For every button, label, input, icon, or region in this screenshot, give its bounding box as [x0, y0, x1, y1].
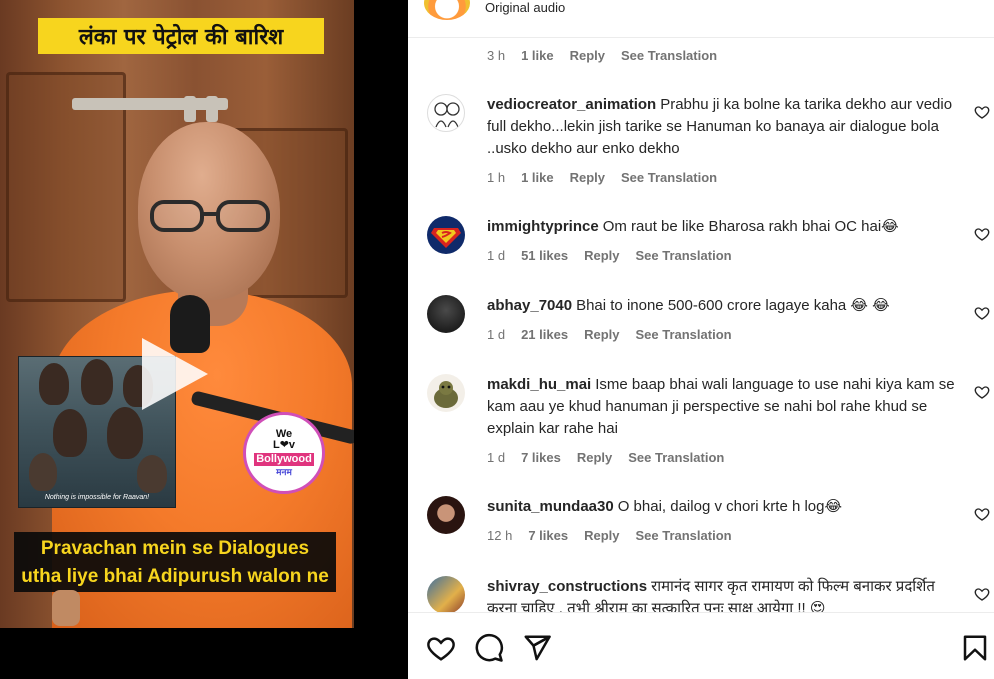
- reply-button[interactable]: Reply: [584, 248, 619, 263]
- reel-video[interactable]: लंका पर पेट्रोल की बारिश Nothing is impo…: [0, 0, 354, 628]
- see-translation-button[interactable]: See Translation: [621, 170, 717, 185]
- comment-body: vediocreator_animation Prabhu ji ka bolne…: [487, 94, 957, 160]
- comments-panel: Original audio 3 h 1 like Reply See Tran…: [408, 0, 994, 679]
- heart-icon[interactable]: [426, 633, 456, 663]
- reply-button[interactable]: Reply: [570, 48, 605, 63]
- subtitle-line: Pravachan mein se Dialogues: [40, 538, 310, 559]
- avatar[interactable]: [427, 94, 465, 132]
- see-translation-button[interactable]: See Translation: [621, 48, 717, 63]
- heart-icon[interactable]: [974, 305, 990, 321]
- see-translation-button[interactable]: See Translation: [635, 248, 731, 263]
- comment-meta: 3 h 1 like Reply See Translation: [487, 48, 717, 63]
- cartoon-avatar-graphic: [434, 381, 458, 408]
- comment-time: 1 d: [487, 327, 506, 342]
- logo-text: L❤v: [272, 439, 296, 451]
- comments-list[interactable]: 3 h 1 like Reply See Translation vediocr…: [408, 38, 994, 612]
- comment-username[interactable]: shivray_constructions: [487, 578, 647, 595]
- door-latch: [184, 96, 196, 122]
- door-latch: [72, 98, 228, 110]
- comment-meta: 12 h 7 likes Reply See Translation: [487, 528, 732, 543]
- poster-figure: [137, 455, 167, 493]
- comment-likes[interactable]: 7 likes: [528, 528, 568, 543]
- avatar[interactable]: [427, 295, 465, 333]
- play-icon[interactable]: [138, 334, 210, 414]
- comment-body: sunita_mundaa30 O bhai, dailog v chori kr…: [487, 496, 957, 518]
- poster-figure: [39, 363, 69, 405]
- comment-meta: 1 h 1 like Reply See Translation: [487, 170, 717, 185]
- avatar[interactable]: [427, 496, 465, 534]
- poster-figure: [81, 359, 113, 405]
- comment-body: shivray_constructions रामानंद सागर कृत रा…: [487, 576, 957, 612]
- heart-icon[interactable]: [974, 586, 990, 602]
- comment-username[interactable]: vediocreator_animation: [487, 96, 656, 113]
- sketch-avatar-graphic: [434, 102, 460, 128]
- comment-likes[interactable]: 1 like: [521, 170, 554, 185]
- video-subtitle: Pravachan mein se Dialogues utha liye bh…: [14, 532, 336, 592]
- comment-likes[interactable]: 21 likes: [521, 327, 568, 342]
- comment-text: Bhai to inone 500-600 crore lagaye kaha …: [576, 297, 890, 314]
- comment-body: immightyprince Om raut be like Bharosa ra…: [487, 216, 957, 238]
- comment-time: 12 h: [487, 528, 513, 543]
- comment-meta: 1 d 7 likes Reply See Translation: [487, 450, 724, 465]
- author-avatar[interactable]: [424, 0, 470, 20]
- video-title-overlay: लंका पर पेट्रोल की बारिश: [38, 18, 324, 54]
- comment-meta: 1 d 21 likes Reply See Translation: [487, 327, 732, 342]
- reply-button[interactable]: Reply: [584, 327, 619, 342]
- superman-avatar-graphic: [431, 228, 461, 248]
- reply-button[interactable]: Reply: [584, 528, 619, 543]
- comment-likes[interactable]: 7 likes: [521, 450, 561, 465]
- audio-label[interactable]: Original audio: [485, 0, 565, 15]
- post-header: Original audio: [408, 0, 994, 38]
- comment-body: makdi_hu_mai Isme baap bhai wali language…: [487, 374, 957, 440]
- door-latch: [206, 96, 218, 122]
- reply-button[interactable]: Reply: [577, 450, 612, 465]
- poster-figure: [53, 409, 87, 457]
- heart-icon[interactable]: [974, 226, 990, 242]
- comment-icon[interactable]: [474, 633, 504, 663]
- heart-icon[interactable]: [974, 506, 990, 522]
- logo-text: Bollywood: [254, 453, 314, 466]
- logo-text: मनम: [276, 467, 292, 477]
- see-translation-button[interactable]: See Translation: [635, 327, 731, 342]
- comment-likes[interactable]: 1 like: [521, 48, 554, 63]
- comment-username[interactable]: makdi_hu_mai: [487, 376, 591, 393]
- bookmark-icon[interactable]: [960, 633, 990, 663]
- reply-button[interactable]: Reply: [570, 170, 605, 185]
- comment-body: abhay_7040 Bhai to inone 500-600 crore la…: [487, 295, 957, 317]
- comment-username[interactable]: immightyprince: [487, 218, 599, 235]
- comment-time: 1 d: [487, 450, 506, 465]
- comment-time: 3 h: [487, 48, 506, 63]
- poster-figure: [29, 453, 57, 491]
- avatar[interactable]: [427, 216, 465, 254]
- comment-meta: 1 d 51 likes Reply See Translation: [487, 248, 732, 263]
- comment-text: Om raut be like Bharosa rakh bhai OC hai…: [602, 218, 899, 235]
- see-translation-button[interactable]: See Translation: [628, 450, 724, 465]
- subtitle-line: utha liye bhai Adipurush walon ne: [21, 566, 329, 587]
- poster-figure: [107, 407, 143, 459]
- glasses-graphic: [150, 200, 270, 232]
- comment-text: O bhai, dailog v chori krte h log😂: [617, 498, 843, 515]
- speaker-hand: [52, 590, 80, 626]
- heart-icon[interactable]: [974, 384, 990, 400]
- poster-caption: Nothing is impossible for Raavan!: [44, 494, 150, 501]
- avatar[interactable]: [427, 374, 465, 412]
- comment-time: 1 h: [487, 170, 506, 185]
- heart-icon[interactable]: [974, 104, 990, 120]
- post-action-bar: [408, 612, 994, 679]
- comment-username[interactable]: sunita_mundaa30: [487, 498, 614, 515]
- comment-likes[interactable]: 51 likes: [521, 248, 568, 263]
- comment-username[interactable]: abhay_7040: [487, 297, 572, 314]
- see-translation-button[interactable]: See Translation: [635, 528, 731, 543]
- comment-time: 1 d: [487, 248, 506, 263]
- send-icon[interactable]: [522, 633, 552, 663]
- avatar[interactable]: [427, 576, 465, 612]
- we-love-bollywood-logo: We L❤v Bollywood मनम: [243, 412, 325, 494]
